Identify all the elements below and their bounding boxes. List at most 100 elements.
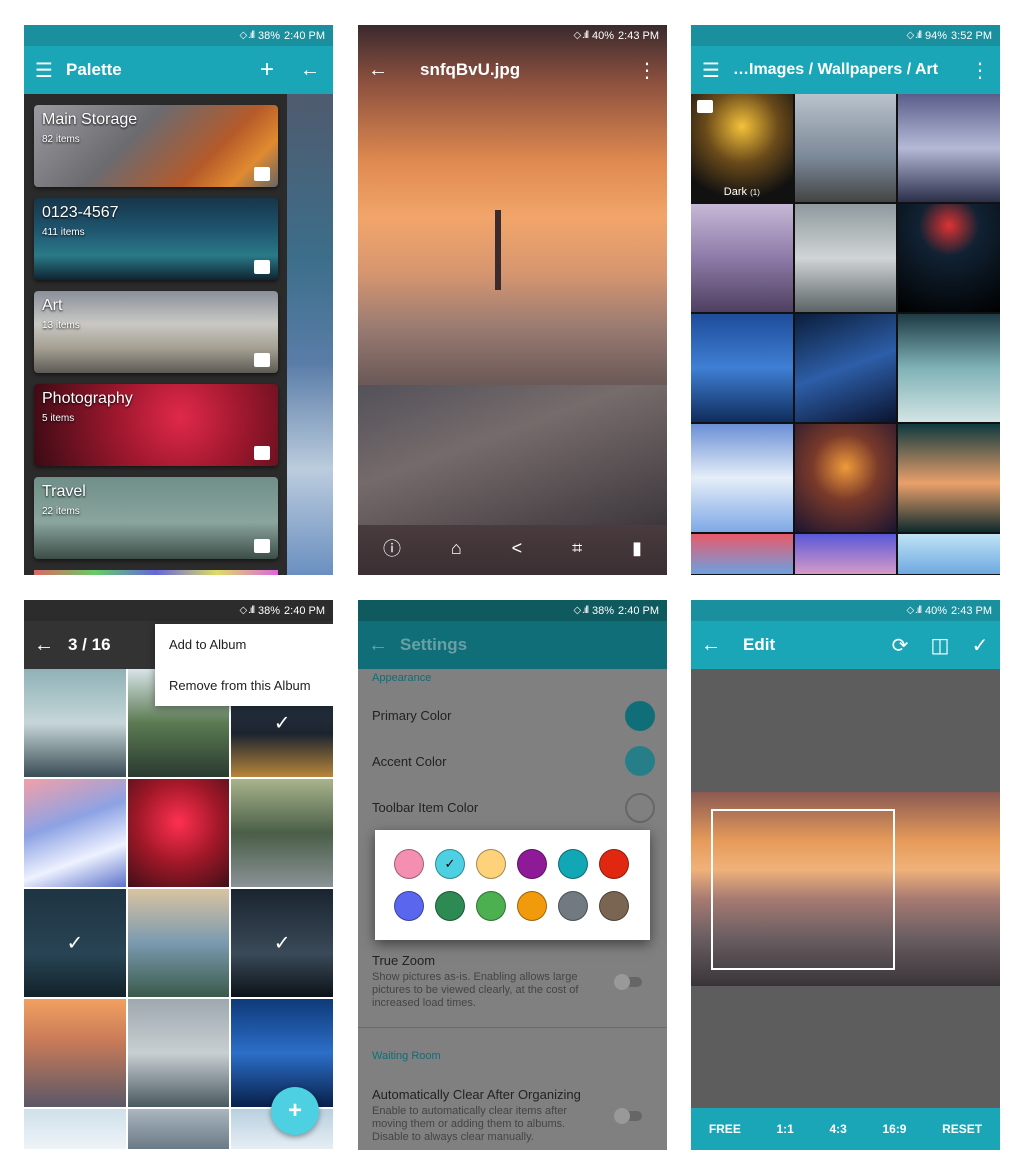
album-name: Photography bbox=[42, 390, 133, 407]
color-swatch-option[interactable] bbox=[599, 891, 629, 921]
add-fab[interactable]: + bbox=[271, 1087, 319, 1135]
grid-image[interactable] bbox=[898, 314, 1000, 422]
grid-image-selected[interactable]: ✓ bbox=[231, 889, 333, 997]
album-card[interactable]: Main Storage 82 items bbox=[34, 105, 278, 187]
grid-image[interactable] bbox=[898, 424, 1000, 532]
grid-image[interactable] bbox=[794, 204, 897, 312]
grid-image[interactable] bbox=[24, 999, 126, 1107]
grid-image[interactable] bbox=[794, 534, 897, 574]
setting-toolbar-item-color[interactable]: Toolbar Item Color bbox=[358, 800, 667, 815]
grid-image[interactable] bbox=[691, 314, 793, 422]
grid-image[interactable] bbox=[691, 424, 793, 532]
folder-icon bbox=[254, 167, 270, 181]
check-icon: ✓ bbox=[273, 712, 291, 735]
toggle-knob bbox=[614, 974, 630, 990]
menu-icon[interactable]: ☰ bbox=[691, 46, 731, 94]
true-zoom-toggle[interactable] bbox=[614, 974, 642, 990]
share-icon[interactable]: < bbox=[512, 538, 523, 559]
folder-tile[interactable]: Dark (1) bbox=[691, 94, 793, 202]
menu-item-add-to-album[interactable]: Add to Album bbox=[155, 624, 333, 665]
viewer-action-bar: ⓘ ⌂ < ⌗ ▮ bbox=[358, 521, 667, 575]
grid-image[interactable] bbox=[24, 779, 126, 887]
delete-icon[interactable]: ▮ bbox=[632, 538, 642, 559]
color-swatch-option[interactable] bbox=[558, 849, 588, 879]
plus-icon[interactable]: + bbox=[247, 46, 287, 94]
ratio-1-1[interactable]: 1:1 bbox=[776, 1122, 793, 1136]
check-icon: ✓ bbox=[273, 932, 291, 955]
toolbar-item-color-swatch[interactable] bbox=[625, 793, 655, 823]
flip-icon[interactable]: ◫ bbox=[920, 621, 960, 669]
color-swatch-option[interactable] bbox=[476, 891, 506, 921]
home-icon[interactable]: ⌂ bbox=[451, 538, 462, 559]
ratio-free[interactable]: FREE bbox=[709, 1122, 741, 1136]
grid-image[interactable] bbox=[127, 779, 230, 887]
grid-image[interactable] bbox=[794, 314, 897, 422]
color-swatch-option[interactable] bbox=[558, 891, 588, 921]
grid-image[interactable] bbox=[127, 1109, 230, 1149]
color-swatch-option[interactable] bbox=[394, 891, 424, 921]
grid-image[interactable] bbox=[898, 94, 1000, 202]
color-swatch-option[interactable] bbox=[517, 849, 547, 879]
primary-color-swatch[interactable] bbox=[625, 701, 655, 731]
album-count: 5 items bbox=[42, 413, 75, 424]
signal-icon: ◇ .ıll bbox=[906, 605, 923, 616]
rotate-icon[interactable]: ⟳ bbox=[880, 621, 920, 669]
color-swatch-option[interactable] bbox=[394, 849, 424, 879]
grid-image[interactable] bbox=[898, 204, 1000, 312]
album-name: Travel bbox=[42, 483, 86, 500]
setting-auto-clear[interactable]: Automatically Clear After Organizing bbox=[358, 1087, 667, 1102]
color-swatch-option[interactable] bbox=[599, 849, 629, 879]
file-name: snfqBvU.jpg bbox=[420, 60, 521, 79]
section-header: Appearance bbox=[372, 672, 432, 684]
grid-image[interactable] bbox=[24, 1109, 126, 1149]
back-arrow-icon[interactable]: ← bbox=[24, 621, 64, 669]
grid-image[interactable] bbox=[127, 889, 230, 997]
overflow-menu-icon[interactable]: ⋮ bbox=[960, 46, 1000, 94]
grid-image[interactable] bbox=[231, 779, 333, 887]
status-bar: ◇ .ıll 40% 2:43 PM bbox=[358, 25, 667, 46]
folder-icon bbox=[254, 260, 270, 274]
setting-true-zoom[interactable]: True Zoom bbox=[358, 953, 667, 968]
divider bbox=[358, 1027, 667, 1028]
menu-icon[interactable]: ☰ bbox=[24, 46, 64, 94]
confirm-check-icon[interactable]: ✓ bbox=[960, 621, 1000, 669]
ratio-4-3[interactable]: 4:3 bbox=[829, 1122, 846, 1136]
signal-icon: ◇ .ıll bbox=[573, 30, 590, 41]
back-arrow-icon[interactable]: ← bbox=[287, 46, 333, 94]
screen-edit: ◇ .ıll 40% 2:43 PM ← Edit ⟳ ◫ ✓ FREE 1:1… bbox=[691, 600, 1000, 1150]
info-icon[interactable]: ⓘ bbox=[383, 535, 401, 561]
battery-level: 94% bbox=[925, 29, 948, 42]
back-arrow-icon[interactable]: ← bbox=[691, 621, 731, 669]
reset-button[interactable]: RESET bbox=[942, 1122, 982, 1136]
album-card[interactable]: Travel 22 items bbox=[34, 477, 278, 559]
album-card[interactable]: 0123-4567 411 items bbox=[34, 198, 278, 280]
signal-icon: ◇ .ıll bbox=[239, 605, 256, 616]
color-swatch-option-selected[interactable]: ✓ bbox=[435, 849, 465, 879]
color-swatch-option[interactable] bbox=[476, 849, 506, 879]
grid-image[interactable] bbox=[898, 534, 1000, 574]
album-card[interactable]: Art 13 items bbox=[34, 291, 278, 373]
grid-image[interactable] bbox=[691, 534, 793, 574]
grid-image[interactable] bbox=[794, 424, 897, 532]
album-count: 82 items bbox=[42, 134, 80, 145]
grid-image[interactable] bbox=[24, 669, 126, 777]
grid-image-selected[interactable]: ✓ bbox=[24, 889, 126, 997]
album-name: 0123-4567 bbox=[42, 204, 119, 221]
album-card[interactable]: Photography 5 items bbox=[34, 384, 278, 466]
crop-frame[interactable] bbox=[711, 809, 895, 970]
back-arrow-icon[interactable]: ← bbox=[358, 46, 398, 94]
grid-image[interactable] bbox=[794, 94, 897, 202]
grid-image[interactable] bbox=[691, 204, 793, 312]
back-arrow-icon[interactable]: ← bbox=[358, 621, 398, 669]
setting-primary-color[interactable]: Primary Color bbox=[358, 708, 667, 723]
ratio-16-9[interactable]: 16:9 bbox=[882, 1122, 906, 1136]
menu-item-remove-from-album[interactable]: Remove from this Album bbox=[155, 665, 333, 706]
grid-image[interactable] bbox=[127, 999, 230, 1107]
accent-color-swatch[interactable] bbox=[625, 746, 655, 776]
color-swatch-option[interactable] bbox=[435, 891, 465, 921]
overflow-menu-icon[interactable]: ⋮ bbox=[627, 46, 667, 94]
color-swatch-option[interactable] bbox=[517, 891, 547, 921]
setting-accent-color[interactable]: Accent Color bbox=[358, 754, 667, 769]
crop-icon[interactable]: ⌗ bbox=[572, 538, 582, 559]
auto-clear-toggle[interactable] bbox=[614, 1108, 642, 1124]
